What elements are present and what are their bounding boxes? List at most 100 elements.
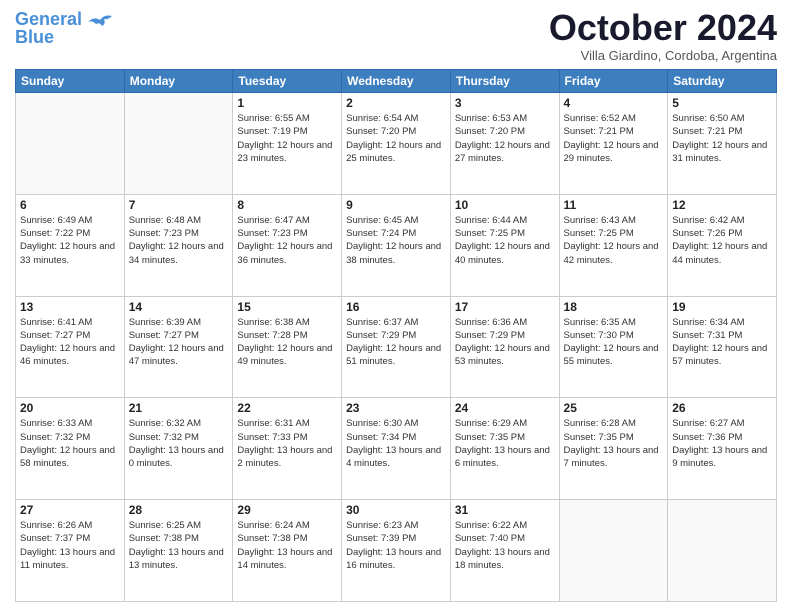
table-row [559,500,668,602]
col-sunday: Sunday [16,70,125,93]
location: Villa Giardino, Cordoba, Argentina [549,48,777,63]
day-number: 1 [237,96,337,110]
table-row: 5Sunrise: 6:50 AM Sunset: 7:21 PM Daylig… [668,93,777,195]
col-tuesday: Tuesday [233,70,342,93]
day-number: 24 [455,401,555,415]
day-info: Sunrise: 6:24 AM Sunset: 7:38 PM Dayligh… [237,519,337,572]
table-row: 19 Sunrise: 6:34 AM Sunset: 7:31 PM Dayli… [668,296,777,398]
logo-text: GeneralBlue [15,10,82,46]
day-info: Sunrise: 6:48 AM Sunset: 7:23 PM Dayligh… [129,214,229,267]
day-info: Sunrise: 6:36 AM Sunset: 7:29 PM Dayligh… [455,316,555,369]
day-info: Sunrise: 6:49 AM Sunset: 7:22 PM Dayligh… [20,214,120,267]
day-info: Sunrise: 6:33 AM Sunset: 7:32 PM Dayligh… [20,417,120,470]
day-info: Sunrise: 6:26 AM Sunset: 7:37 PM Dayligh… [20,519,120,572]
day-number: 28 [129,503,229,517]
day-info: Sunrise: 6:23 AM Sunset: 7:39 PM Dayligh… [346,519,446,572]
day-number: 29 [237,503,337,517]
day-info: Sunrise: 6:45 AM Sunset: 7:24 PM Dayligh… [346,214,446,267]
table-row: 7 Sunrise: 6:48 AM Sunset: 7:23 PM Daylig… [124,194,233,296]
day-info: Sunrise: 6:41 AM Sunset: 7:27 PM Dayligh… [20,316,120,369]
day-info: Sunrise: 6:43 AM Sunset: 7:25 PM Dayligh… [564,214,664,267]
day-info: Sunrise: 6:53 AM Sunset: 7:20 PM Dayligh… [455,112,555,165]
day-info: Sunrise: 6:28 AM Sunset: 7:35 PM Dayligh… [564,417,664,470]
table-row: 18 Sunrise: 6:35 AM Sunset: 7:30 PM Dayli… [559,296,668,398]
day-info: Sunrise: 6:37 AM Sunset: 7:29 PM Dayligh… [346,316,446,369]
day-info: Sunrise: 6:38 AM Sunset: 7:28 PM Dayligh… [237,316,337,369]
table-row: 17 Sunrise: 6:36 AM Sunset: 7:29 PM Dayli… [450,296,559,398]
title-section: October 2024 Villa Giardino, Cordoba, Ar… [549,10,777,63]
logo-bird-icon [84,12,116,36]
table-row: 16Sunrise: 6:37 AM Sunset: 7:29 PM Dayli… [342,296,451,398]
table-row: 23Sunrise: 6:30 AM Sunset: 7:34 PM Dayli… [342,398,451,500]
day-number: 12 [672,198,772,212]
logo: GeneralBlue [15,10,116,46]
table-row: 27 Sunrise: 6:26 AM Sunset: 7:37 PM Dayli… [16,500,125,602]
day-info: Sunrise: 6:32 AM Sunset: 7:32 PM Dayligh… [129,417,229,470]
table-row: 1 Sunrise: 6:55 AM Sunset: 7:19 PM Daylig… [233,93,342,195]
table-row: 13 Sunrise: 6:41 AM Sunset: 7:27 PM Dayli… [16,296,125,398]
table-row: 24 Sunrise: 6:29 AM Sunset: 7:35 PM Dayli… [450,398,559,500]
day-number: 6 [20,198,120,212]
day-number: 7 [129,198,229,212]
day-number: 18 [564,300,664,314]
day-info: Sunrise: 6:31 AM Sunset: 7:33 PM Dayligh… [237,417,337,470]
calendar-header-row: Sunday Monday Tuesday Wednesday Thursday… [16,70,777,93]
table-row: 25 Sunrise: 6:28 AM Sunset: 7:35 PM Dayli… [559,398,668,500]
day-number: 21 [129,401,229,415]
table-row: 31Sunrise: 6:22 AM Sunset: 7:40 PM Dayli… [450,500,559,602]
table-row: 2Sunrise: 6:54 AM Sunset: 7:20 PM Daylig… [342,93,451,195]
col-thursday: Thursday [450,70,559,93]
day-info: Sunrise: 6:55 AM Sunset: 7:19 PM Dayligh… [237,112,337,165]
day-number: 8 [237,198,337,212]
day-number: 10 [455,198,555,212]
day-info: Sunrise: 6:27 AM Sunset: 7:36 PM Dayligh… [672,417,772,470]
table-row [668,500,777,602]
day-info: Sunrise: 6:29 AM Sunset: 7:35 PM Dayligh… [455,417,555,470]
day-number: 17 [455,300,555,314]
table-row: 22 Sunrise: 6:31 AM Sunset: 7:33 PM Dayli… [233,398,342,500]
col-monday: Monday [124,70,233,93]
day-info: Sunrise: 6:39 AM Sunset: 7:27 PM Dayligh… [129,316,229,369]
table-row: 3 Sunrise: 6:53 AM Sunset: 7:20 PM Daylig… [450,93,559,195]
day-number: 20 [20,401,120,415]
calendar-week-row: 27 Sunrise: 6:26 AM Sunset: 7:37 PM Dayli… [16,500,777,602]
table-row: 30 Sunrise: 6:23 AM Sunset: 7:39 PM Dayli… [342,500,451,602]
day-number: 5 [672,96,772,110]
day-number: 31 [455,503,555,517]
calendar-week-row: 13 Sunrise: 6:41 AM Sunset: 7:27 PM Dayli… [16,296,777,398]
col-wednesday: Wednesday [342,70,451,93]
day-number: 27 [20,503,120,517]
day-number: 2 [346,96,446,110]
calendar-week-row: 20 Sunrise: 6:33 AM Sunset: 7:32 PM Dayli… [16,398,777,500]
day-number: 3 [455,96,555,110]
day-number: 14 [129,300,229,314]
day-info: Sunrise: 6:47 AM Sunset: 7:23 PM Dayligh… [237,214,337,267]
day-number: 11 [564,198,664,212]
day-info: Sunrise: 6:34 AM Sunset: 7:31 PM Dayligh… [672,316,772,369]
table-row: 6 Sunrise: 6:49 AM Sunset: 7:22 PM Daylig… [16,194,125,296]
day-number: 30 [346,503,446,517]
header: GeneralBlue October 2024 Villa Giardino,… [15,10,777,63]
day-number: 15 [237,300,337,314]
col-saturday: Saturday [668,70,777,93]
table-row: 11 Sunrise: 6:43 AM Sunset: 7:25 PM Dayli… [559,194,668,296]
table-row: 26 Sunrise: 6:27 AM Sunset: 7:36 PM Dayli… [668,398,777,500]
day-info: Sunrise: 6:44 AM Sunset: 7:25 PM Dayligh… [455,214,555,267]
day-info: Sunrise: 6:35 AM Sunset: 7:30 PM Dayligh… [564,316,664,369]
day-number: 26 [672,401,772,415]
day-number: 25 [564,401,664,415]
day-number: 23 [346,401,446,415]
table-row: 9Sunrise: 6:45 AM Sunset: 7:24 PM Daylig… [342,194,451,296]
day-number: 4 [564,96,664,110]
table-row: 8 Sunrise: 6:47 AM Sunset: 7:23 PM Daylig… [233,194,342,296]
month-title: October 2024 [549,10,777,46]
day-info: Sunrise: 6:25 AM Sunset: 7:38 PM Dayligh… [129,519,229,572]
table-row: 29 Sunrise: 6:24 AM Sunset: 7:38 PM Dayli… [233,500,342,602]
table-row: 14 Sunrise: 6:39 AM Sunset: 7:27 PM Dayli… [124,296,233,398]
day-number: 19 [672,300,772,314]
table-row: 15 Sunrise: 6:38 AM Sunset: 7:28 PM Dayli… [233,296,342,398]
day-number: 22 [237,401,337,415]
day-number: 13 [20,300,120,314]
calendar-week-row: 6 Sunrise: 6:49 AM Sunset: 7:22 PM Daylig… [16,194,777,296]
day-info: Sunrise: 6:52 AM Sunset: 7:21 PM Dayligh… [564,112,664,165]
